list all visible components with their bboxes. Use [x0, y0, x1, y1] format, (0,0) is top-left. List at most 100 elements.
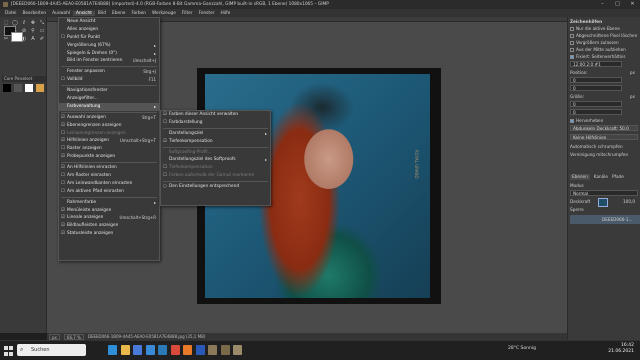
- layer-row[interactable]: DEEED066-1...: [570, 215, 640, 224]
- size-h-field[interactable]: 0: [570, 109, 622, 115]
- menu-item[interactable]: ☑ Lineale anzeigen Umschalt+Strg+R: [59, 214, 159, 222]
- tab-paths[interactable]: Pfade: [612, 174, 624, 180]
- windows-start-icon[interactable]: [4, 344, 14, 356]
- menu-werkzeuge[interactable]: Werkzeuge: [149, 11, 179, 16]
- store-taskbar-icon[interactable]: [133, 345, 142, 355]
- menu-bild[interactable]: Bild: [95, 11, 109, 16]
- clock[interactable]: 16:42 21.06.2021: [608, 343, 634, 355]
- menu-item[interactable]: ☐ Raster anzeigen: [59, 145, 159, 153]
- position-y-field[interactable]: 0: [570, 85, 622, 91]
- menu-item[interactable]: Fenster anpassen Strg+J: [59, 68, 159, 76]
- menu-item[interactable]: ☑ Auswahl anzeigen Strg+T: [59, 114, 159, 122]
- guides-dropdown[interactable]: Keine Hilfslinien: [570, 134, 638, 140]
- size-unit[interactable]: px: [630, 94, 635, 100]
- menu-item[interactable]: Rahmenfarbe ▸: [59, 199, 159, 207]
- gimp3-taskbar-icon[interactable]: [233, 345, 242, 355]
- minimize-button[interactable]: –: [595, 0, 610, 9]
- menu-farben[interactable]: Farben: [128, 11, 149, 16]
- size-w-field[interactable]: 0: [570, 101, 622, 107]
- menu-item[interactable]: Darstellungsziel des Softproofs ▸: [161, 156, 270, 164]
- menu-item[interactable]: ☑ Hilfslinien anzeigen Umschalt+Strg+T: [59, 137, 159, 145]
- chrome-taskbar-icon[interactable]: [170, 345, 180, 355]
- menu-item[interactable]: Spiegeln & Drehen (0°) ▸: [59, 50, 159, 58]
- merge-option[interactable]: Vereinigung mitschrumpfen: [570, 152, 639, 158]
- color-swatches[interactable]: [4, 26, 28, 44]
- tool-option-checkbox[interactable]: Vergrößern zulassen: [570, 40, 639, 46]
- menu-item[interactable]: ☑ Farben dieser Ansicht verwalten: [161, 111, 270, 119]
- firefox-taskbar-icon[interactable]: [183, 345, 192, 355]
- zoom-select[interactable]: 66,7 %: [63, 333, 84, 340]
- menu-item-label: Den Einstellungen entsprechend: [169, 184, 240, 190]
- menu-item[interactable]: ☑ Ebenengrenzen anzeigen: [59, 122, 159, 130]
- menu-hilfe[interactable]: Hilfe: [218, 11, 234, 16]
- photos-taskbar-icon[interactable]: [158, 345, 167, 355]
- brush-swatch-0[interactable]: [3, 84, 11, 92]
- menu-item[interactable]: Vergrößerung (67%) ▸: [59, 42, 159, 50]
- highlight-dropdown[interactable]: Abdunkeln Deckkraft: 50.0: [570, 125, 638, 131]
- menu-item[interactable]: ☐ Am Leinwandkanten einrasten: [59, 180, 159, 188]
- gimp1-taskbar-icon[interactable]: [208, 345, 217, 355]
- menu-item[interactable]: ☐ Punkt für Punkt: [59, 34, 159, 42]
- menu-item[interactable]: Darstellungsziel ▸: [161, 130, 270, 138]
- menu-item[interactable]: Navigationsfenster: [59, 87, 159, 95]
- menu-filter[interactable]: Filter: [179, 11, 196, 16]
- background-color[interactable]: [11, 32, 23, 42]
- tool-option-checkbox[interactable]: Fixiert: Seitenverhältnis: [570, 54, 639, 60]
- position-x-field[interactable]: 0: [570, 77, 622, 83]
- word-taskbar-icon[interactable]: [195, 345, 205, 355]
- close-button[interactable]: ✕: [625, 0, 640, 9]
- menu-auswahl[interactable]: Auswahl: [49, 11, 73, 16]
- brush-swatch-1[interactable]: [14, 84, 22, 92]
- auto-shrink-button[interactable]: Automatisch schrumpfen: [570, 144, 639, 150]
- weather-text[interactable]: 28°C Sonnig: [508, 346, 536, 351]
- menu-item[interactable]: ☐ Farbdarstellung: [161, 119, 270, 127]
- gimp2-taskbar-icon[interactable]: [220, 345, 230, 355]
- menu-item[interactable]: ☐ Vollbild F11: [59, 76, 159, 84]
- tool-icon-8[interactable]: ⚲: [29, 28, 37, 35]
- menu-fenster[interactable]: Fenster: [196, 11, 218, 16]
- layer-thumbnail[interactable]: [598, 198, 608, 207]
- brush-swatch-2[interactable]: [25, 84, 33, 92]
- highlight-option[interactable]: Hervorheben: [570, 118, 639, 124]
- menu-item[interactable]: ☑ Statusleiste anzeigen: [59, 230, 159, 238]
- menu-item[interactable]: ☑ An Hilfslinien einrasten: [59, 164, 159, 172]
- tool-icon-3[interactable]: ✥: [29, 20, 37, 27]
- menu-item[interactable]: ☑ Probepunkte anzeigen: [59, 153, 159, 161]
- size-label: Größe: px: [570, 94, 635, 100]
- mode-select[interactable]: Normal: [570, 190, 638, 196]
- tool-icon-9[interactable]: ▭: [38, 28, 46, 35]
- menu-ebene[interactable]: Ebene: [109, 11, 128, 16]
- menu-item[interactable]: Farbverwaltung ▸: [59, 102, 159, 111]
- menu-item[interactable]: ☑ Bildlaufleisten anzeigen: [59, 222, 159, 230]
- menu-item[interactable]: Bild im Fenster zentrieren Umschalt+J: [59, 57, 159, 65]
- menu-item[interactable]: Alles anzeigen: [59, 26, 159, 34]
- explorer-taskbar-icon[interactable]: [120, 345, 130, 355]
- brush-swatch-3[interactable]: [36, 84, 44, 92]
- menu-item[interactable]: ☑ Tiefenkompensation: [161, 138, 270, 146]
- menu-item[interactable]: ☐ Am Raster einrasten: [59, 172, 159, 180]
- menu-item[interactable]: Anzeigefilter...: [59, 95, 159, 103]
- tab-channels[interactable]: Kanäle: [594, 174, 608, 180]
- maximize-button[interactable]: □: [610, 0, 625, 9]
- tool-option-checkbox[interactable]: Abgeschnittene Pixel löschen: [570, 33, 639, 39]
- tool-option-checkbox[interactable]: Nur die aktive Ebene: [570, 26, 639, 32]
- tab-layers[interactable]: Ebenen: [570, 174, 590, 180]
- tool-icon-14[interactable]: ✐: [38, 36, 46, 43]
- tool-option-checkbox[interactable]: Aus der Mitte aufziehen: [570, 47, 639, 53]
- edge-taskbar-icon[interactable]: [108, 345, 117, 355]
- search-box[interactable]: Suchen: [17, 344, 86, 356]
- menu-ansicht[interactable]: Ansicht: [73, 10, 95, 16]
- ratio-field[interactable]: 12:00:2:0:#1: [570, 61, 622, 67]
- tool-icon-4[interactable]: ⤡: [38, 20, 46, 27]
- menu-item[interactable]: ☐ Am aktiven Pfad einrasten: [59, 188, 159, 196]
- menu-item[interactable]: ○ Den Einstellungen entsprechend: [161, 183, 270, 191]
- menu-item[interactable]: Neue Ansicht: [59, 18, 159, 26]
- tool-icon-13[interactable]: A: [29, 36, 37, 43]
- menu-separator: [163, 181, 268, 183]
- menu-item[interactable]: ☑ Menüleiste anzeigen: [59, 207, 159, 215]
- mail-taskbar-icon[interactable]: [145, 345, 155, 355]
- unit-select[interactable]: px: [49, 333, 60, 340]
- position-unit[interactable]: px: [630, 70, 635, 76]
- menu-datei[interactable]: Datei: [2, 11, 19, 16]
- menu-bearbeiten[interactable]: Bearbeiten: [19, 11, 49, 16]
